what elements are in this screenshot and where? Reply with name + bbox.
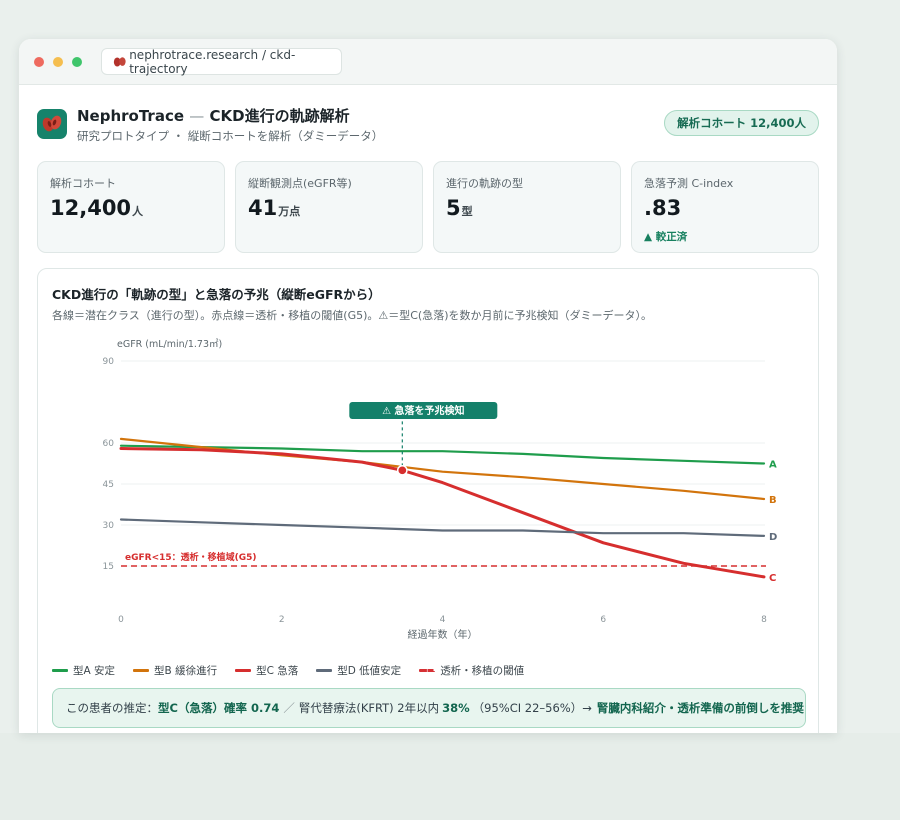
title-separator: — (189, 107, 205, 125)
stat-value: 12,400人 (50, 196, 143, 220)
estimate-separator: ／ (283, 701, 295, 715)
browser-window: nephrotrace.research / ckd-trajectory Ne… (19, 39, 837, 733)
legend-swatch (419, 669, 436, 672)
stat-unit: 型 (461, 205, 473, 218)
legend-label: 型C 急落 (256, 665, 299, 677)
x-tick-label: 6 (600, 615, 606, 625)
kidney-favicon-icon (113, 56, 126, 67)
estimate-ci: （95%CI 22–56%）→ (472, 701, 592, 715)
app-content: NephroTrace — CKD進行の軌跡解析 研究プロトタイプ ・ 縦断コホ… (19, 85, 837, 733)
stat-card-trajectory-types: 進行の軌跡の型 5型 (433, 161, 621, 253)
browser-titlebar: nephrotrace.research / ckd-trajectory (19, 39, 837, 85)
y-tick-label: 30 (103, 521, 115, 531)
legend-swatch (133, 669, 150, 672)
warning-point (396, 464, 408, 476)
stat-unit: 万点 (278, 205, 301, 218)
series-line-b (119, 437, 766, 501)
x-axis-label: 経過年数（年） (408, 628, 478, 641)
legend-label: 型D 低値安定 (337, 665, 402, 677)
egfr-trajectory-chart: eGFR (mL/min/1.73㎡)90 60 45 30 15 0 2 4 6 8 経過年数（年… (103, 339, 778, 641)
legend-label: 型A 安定 (73, 665, 116, 677)
page-subtitle: 研究プロトタイプ ・ 縦断コホートを解析（ダミーデータ） (77, 129, 384, 143)
legend-swatch (316, 669, 333, 672)
y-tick-label: 90 (103, 357, 115, 367)
stat-card-cohort: 解析コホート 12,400人 (37, 161, 225, 253)
stat-value: 5型 (446, 196, 473, 220)
page-bottom-band (0, 733, 900, 820)
chart-legend: 型A 安定 型B 緩徐進行 型C 急落 型D 低値安定 透析・移植の閾値 (52, 663, 524, 678)
cohort-badge: 解析コホート 12,400人 (664, 110, 819, 136)
address-bar-url: nephrotrace.research / ckd-trajectory (129, 47, 296, 76)
annotation-text: ⚠ 急落を予兆検知 (382, 404, 464, 417)
patient-estimate-box: この患者の推定： 型C（急落）確率 0.74 ／ 腎代替療法(KFRT) 2年以… (52, 688, 806, 728)
y-axis-label: eGFR (mL/min/1.73㎡) (117, 339, 222, 350)
estimate-type-result: 型C（急落）確率 0.74 (158, 701, 280, 715)
stat-label: 縦断観測点(eGFR等) (248, 177, 352, 190)
page-title-suffix: CKD進行の軌跡解析 (209, 107, 350, 125)
chart-panel: CKD進行の「軌跡の型」と急落の予兆（縦断eGFRから） 各線＝潜在クラス（進行… (37, 268, 819, 733)
series-end-label: D (769, 532, 777, 543)
calibrated-note: ▲ 較正済 (644, 231, 688, 243)
legend-item: 型A 安定 (52, 663, 115, 678)
estimate-kfrt-percent: 38% (442, 701, 470, 715)
app-name: NephroTrace (77, 107, 185, 125)
stat-card-observations: 縦断観測点(eGFR等) 41万点 (235, 161, 423, 253)
series-end-label: B (769, 495, 777, 506)
page-title: NephroTrace — CKD進行の軌跡解析 (77, 105, 350, 126)
y-tick-label: 45 (103, 480, 114, 490)
legend-item: 透析・移植の閾値 (419, 663, 524, 678)
x-tick-label: 8 (761, 615, 767, 625)
estimate-kfrt-text: 腎代替療法(KFRT) 2年以内 (298, 701, 440, 715)
estimate-prefix: この患者の推定： (66, 701, 158, 715)
stat-number: 12,400 (50, 196, 132, 220)
stat-value: 41万点 (248, 196, 300, 220)
stat-value: .83 (644, 196, 681, 220)
legend-swatch (235, 669, 252, 672)
legend-item: 型C 急落 (235, 663, 298, 678)
close-window-button[interactable] (34, 57, 44, 67)
stat-label: 解析コホート (50, 177, 116, 190)
series-end-label: C (769, 573, 776, 584)
maximize-window-button[interactable] (72, 57, 82, 67)
stat-number: 5 (446, 196, 461, 220)
series-line-d (119, 518, 766, 537)
series-end-label: A (769, 460, 777, 471)
x-tick-label: 2 (279, 615, 285, 625)
legend-item: 型D 低値安定 (316, 663, 401, 678)
stat-label: 急落予測 C-index (644, 177, 734, 190)
app-logo (37, 109, 67, 139)
address-bar[interactable]: nephrotrace.research / ckd-trajectory (101, 47, 342, 76)
legend-label: 透析・移植の閾値 (440, 665, 525, 677)
stat-label: 進行の軌跡の型 (446, 177, 523, 190)
stat-number: .83 (644, 196, 682, 220)
legend-label: 型B 緩徐進行 (154, 665, 218, 677)
stat-card-cindex: 急落予測 C-index .83 ▲ 較正済 (631, 161, 819, 253)
stat-number: 41 (248, 196, 278, 220)
x-tick-label: 0 (118, 615, 124, 625)
threshold-label: eGFR<15：透析・移植域(G5) (125, 551, 257, 563)
kidney-icon (42, 115, 62, 132)
stat-unit: 人 (132, 205, 144, 218)
minimize-window-button[interactable] (53, 57, 63, 67)
legend-item: 型B 緩徐進行 (133, 663, 217, 678)
y-tick-label: 15 (103, 562, 114, 572)
x-tick-label: 4 (440, 615, 446, 625)
y-tick-label: 60 (103, 439, 115, 449)
legend-swatch (52, 669, 68, 672)
estimate-recommendation: 腎臓内科紹介・透析準備の前倒しを推奨 (596, 701, 804, 715)
